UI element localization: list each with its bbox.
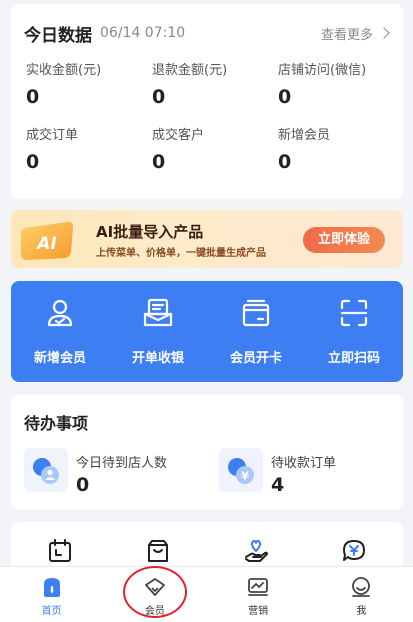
todo-title: 待办事项	[24, 414, 89, 433]
stat-label: 成交客户	[152, 128, 205, 143]
todo-card: 待办事项 今日待到店人数 0 ¥ 待收款订单 4	[11, 395, 403, 509]
view-more-link[interactable]: 查看更多	[321, 24, 391, 43]
calendar-icon	[49, 539, 71, 562]
stat-value: 0	[26, 151, 40, 173]
home-icon	[43, 578, 60, 597]
nav-label: 首页	[41, 606, 62, 617]
stat-label: 店铺访问(微信)	[278, 63, 367, 78]
quick-action-label: 会员开卡	[229, 351, 282, 366]
add-member-icon	[47, 299, 73, 327]
stat-item[interactable]: 实收金额(元) 0	[26, 62, 152, 109]
todo-value: 0	[76, 474, 90, 496]
quick-action-label: 新增会员	[33, 351, 86, 366]
nav-marketing[interactable]: 营销	[207, 567, 310, 622]
stat-value: 0	[152, 86, 166, 108]
ai-logo-text: AI	[35, 234, 56, 254]
today-data-card: 今日数据 06/14 07:10 查看更多 实收金额(元) 0 退款金额(元) …	[11, 4, 403, 199]
stat-item[interactable]: 退款金额(元) 0	[152, 62, 278, 109]
todo-label: 今日待到店人数	[76, 456, 168, 471]
nav-label: 营销	[248, 606, 269, 617]
today-data-time: 06/14 07:10	[100, 25, 186, 41]
todo-label: 待收款订单	[271, 456, 337, 471]
scan-button[interactable]: 立即扫码	[305, 281, 403, 382]
today-data-title: 今日数据	[24, 25, 92, 46]
heart-hand-icon	[245, 540, 268, 562]
stat-item[interactable]: 店铺访问(微信) 0	[278, 62, 404, 109]
visitor-icon	[24, 448, 68, 492]
profile-icon	[352, 577, 371, 597]
yen-chat-icon	[343, 540, 365, 561]
stat-item[interactable]: 新增会员 0	[278, 127, 404, 174]
todo-item-payments[interactable]: ¥ 待收款订单 4	[219, 448, 389, 496]
cashier-icon	[143, 298, 173, 327]
quick-actions-panel: 新增会员 开单收银 会员开卡 立即扫码	[11, 281, 403, 382]
svg-text:¥: ¥	[241, 470, 249, 483]
nav-label: 我	[356, 606, 367, 617]
bottom-nav: 首页 会员 营销 我	[0, 566, 413, 622]
view-more-label: 查看更多	[320, 27, 373, 43]
stat-value: 0	[278, 86, 292, 108]
cashier-button[interactable]: 开单收银	[109, 281, 207, 382]
nav-profile[interactable]: 我	[310, 567, 413, 622]
ai-logo-icon: AI	[21, 221, 73, 260]
diamond-icon	[144, 578, 165, 596]
payment-icon: ¥	[219, 448, 263, 492]
stats-grid: 实收金额(元) 0 退款金额(元) 0 店铺访问(微信) 0 成交订单 0 成交…	[26, 62, 403, 174]
today-data-header: 今日数据 06/14 07:10 查看更多	[24, 20, 391, 46]
ai-banner-subtitle: 上传菜单、价格单，一键批量生成产品	[96, 248, 266, 259]
chevron-right-icon	[378, 27, 390, 39]
nav-member[interactable]: 会员	[103, 567, 206, 622]
stat-item[interactable]: 成交订单 0	[26, 127, 152, 174]
card-icon	[242, 299, 270, 327]
ai-banner-title: AI批量导入产品	[96, 223, 204, 241]
stat-item[interactable]: 成交客户 0	[152, 127, 278, 174]
nav-home[interactable]: 首页	[0, 567, 103, 622]
todo-item-visitors[interactable]: 今日待到店人数 0	[24, 448, 194, 496]
bag-icon	[148, 540, 168, 562]
open-card-button[interactable]: 会员开卡	[207, 281, 305, 382]
marketing-icon	[248, 578, 269, 596]
nav-label: 会员	[144, 606, 165, 617]
stat-value: 0	[278, 151, 292, 173]
stat-label: 退款金额(元)	[152, 63, 228, 78]
add-member-button[interactable]: 新增会员	[11, 281, 109, 382]
quick-action-label: 开单收银	[131, 351, 184, 366]
stat-value: 0	[152, 151, 166, 173]
todo-value: 4	[271, 474, 285, 496]
scan-icon	[340, 299, 368, 327]
stat-label: 新增会员	[278, 128, 331, 143]
stat-label: 实收金额(元)	[26, 63, 102, 78]
ai-import-banner[interactable]: AI AI批量导入产品 上传菜单、价格单，一键批量生成产品 立即体验	[11, 210, 403, 268]
stat-value: 0	[26, 86, 40, 108]
stat-label: 成交订单	[26, 128, 79, 143]
try-now-button[interactable]: 立即体验	[303, 227, 385, 253]
quick-action-label: 立即扫码	[327, 351, 380, 366]
